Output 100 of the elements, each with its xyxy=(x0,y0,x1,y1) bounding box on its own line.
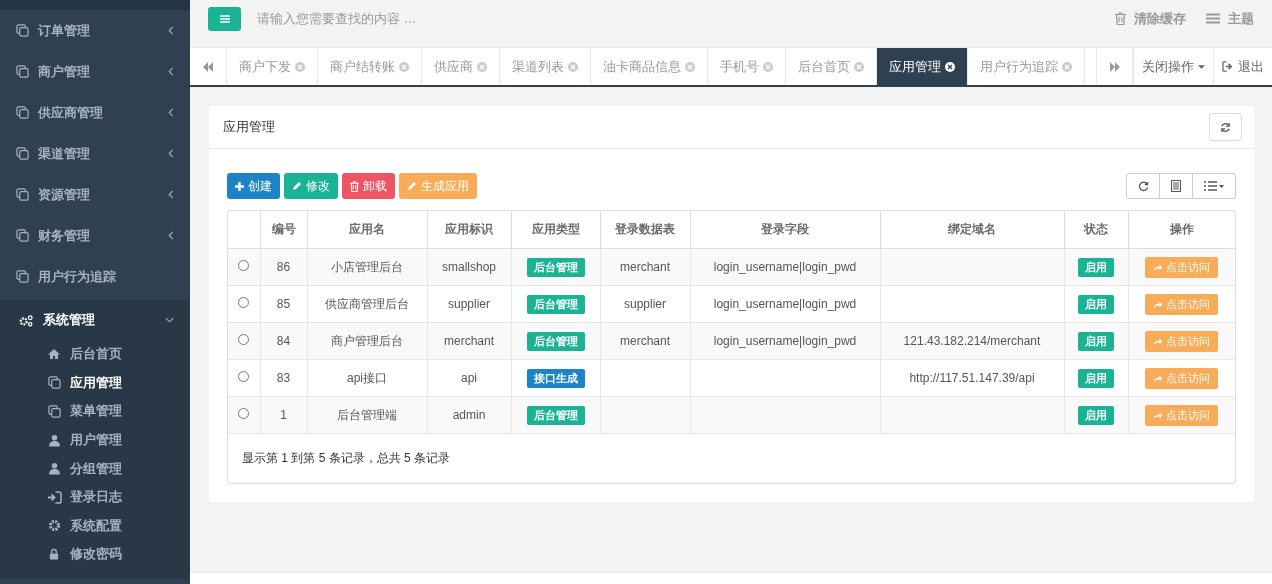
topbar-link[interactable]: 清除缓存 xyxy=(1115,9,1186,28)
radio-button[interactable] xyxy=(238,334,250,345)
copy-icon xyxy=(47,376,61,390)
table-cell: 86 xyxy=(276,260,291,274)
sidebar-subitem[interactable]: 菜单管理 xyxy=(0,397,190,426)
refresh-icon xyxy=(1137,180,1149,192)
copy-icon xyxy=(16,188,29,201)
tab[interactable]: 应用管理 xyxy=(877,48,968,85)
sidebar-item[interactable]: 供应商管理 xyxy=(0,92,190,133)
table-cell: http://117.51.147.39/api xyxy=(909,371,1035,385)
sign-in-icon xyxy=(46,490,62,504)
table-cell: api xyxy=(461,371,477,385)
toolbar-button[interactable]: 卸载 xyxy=(342,173,395,199)
lock-icon xyxy=(49,548,59,561)
table-cell: login_username|login_pwd xyxy=(713,334,857,348)
table-cell: login_username|login_pwd xyxy=(713,297,857,311)
table-cell: supplier xyxy=(624,297,666,311)
scroll-right-button[interactable] xyxy=(1096,48,1133,85)
list-icon xyxy=(1206,13,1220,24)
column-header: 应用标识 xyxy=(445,222,493,236)
sidebar-item[interactable]: 订单管理 xyxy=(0,10,190,51)
column-header: 操作 xyxy=(1169,222,1194,236)
sidebar-subitem[interactable]: 应用管理 xyxy=(0,368,190,398)
table-cell: 84 xyxy=(276,334,291,348)
chevron-left-icon xyxy=(168,149,174,158)
type-tag: 后台管理 xyxy=(526,331,585,351)
table-cell: admin xyxy=(452,408,486,422)
sidebar-item[interactable]: 资源管理 xyxy=(0,174,190,215)
share-icon xyxy=(1153,299,1164,309)
topbar-link[interactable]: 主题 xyxy=(1206,9,1254,28)
table-cell: 121.43.182.214/merchant xyxy=(903,334,1041,348)
tab[interactable]: 供应商 xyxy=(422,48,500,85)
copy-icon xyxy=(16,147,29,160)
radio-button[interactable] xyxy=(238,260,250,271)
sidebar-subitem[interactable]: 登录日志 xyxy=(0,482,190,512)
status-tag: 启用 xyxy=(1078,405,1114,425)
table-cell: merchant xyxy=(620,260,670,274)
chevron-left-icon xyxy=(168,26,174,35)
forward-icon xyxy=(1108,61,1121,72)
tab[interactable]: 商户结转账 xyxy=(318,48,422,85)
status-tag: 启用 xyxy=(1078,368,1114,388)
sidebar-subitem[interactable]: 分组管理 xyxy=(0,454,190,483)
type-tag: 后台管理 xyxy=(526,257,585,277)
document-icon xyxy=(1171,180,1181,192)
toolbar-button[interactable]: 修改 xyxy=(284,173,338,199)
radio-button[interactable] xyxy=(238,408,250,419)
table-cell: supplier xyxy=(448,297,490,311)
tab[interactable]: 商户下发 xyxy=(227,48,318,85)
column-header: 登录数据表 xyxy=(615,222,675,236)
sidebar-subitem[interactable]: 用户管理 xyxy=(0,425,190,455)
sidebar-item[interactable]: 用户行为追踪 xyxy=(0,256,190,297)
caret-icon xyxy=(1198,64,1205,69)
sidebar-subitem[interactable]: 后台首页 xyxy=(0,340,190,369)
table-cell: 83 xyxy=(276,371,291,385)
table-cell: login_username|login_pwd xyxy=(713,260,857,274)
tab[interactable]: 渠道列表 xyxy=(500,48,591,85)
plus-icon xyxy=(235,181,244,191)
tab[interactable]: 手机号 xyxy=(708,48,786,85)
trash-icon xyxy=(350,180,359,192)
sign-out-icon xyxy=(1222,61,1234,72)
columns-button[interactable] xyxy=(1192,173,1236,199)
toggle-view-button[interactable] xyxy=(1159,173,1193,199)
sidebar-subitem[interactable]: 修改密码 xyxy=(0,540,190,569)
radio-button[interactable] xyxy=(238,371,250,382)
chevron-left-icon xyxy=(168,231,174,240)
pagination-info: 显示第 1 到第 5 条记录，总共 5 条记录 xyxy=(242,450,451,467)
table-cell: 85 xyxy=(276,297,291,311)
copy-icon xyxy=(16,229,29,242)
refresh-button[interactable] xyxy=(1126,173,1160,199)
column-header: 应用名 xyxy=(349,222,385,236)
close-icon[interactable] xyxy=(945,61,955,72)
list-icon xyxy=(1204,181,1224,191)
radio-button[interactable] xyxy=(238,297,250,308)
refresh-icon xyxy=(1220,121,1231,133)
column-header: 状态 xyxy=(1084,222,1108,236)
sidebar-item[interactable]: 系统管理 xyxy=(0,300,190,340)
tab[interactable]: 油卡商品信息 xyxy=(591,48,708,85)
table-cell: api接口 xyxy=(347,370,387,385)
menu-button[interactable] xyxy=(208,6,241,31)
gear-icon xyxy=(47,519,61,533)
copy-icon xyxy=(16,106,29,119)
column-header: 绑定域名 xyxy=(948,222,996,236)
sidebar-item[interactable]: 商户管理 xyxy=(0,51,190,92)
table-cell: smallshop xyxy=(442,260,496,274)
sidebar-item[interactable]: 渠道管理 xyxy=(0,133,190,174)
user-icon xyxy=(48,462,60,476)
gears-icon xyxy=(19,313,34,327)
pencil-icon xyxy=(292,181,302,191)
tab[interactable]: 用户行为追踪 xyxy=(968,48,1085,85)
column-header: 编号 xyxy=(271,222,296,236)
refresh-button[interactable] xyxy=(1209,113,1242,141)
type-tag: 后台管理 xyxy=(526,294,585,314)
copy-icon xyxy=(47,405,61,418)
sidebar-item[interactable]: 财务管理 xyxy=(0,215,190,256)
search-field[interactable]: 请输入您需要查找的内容 … xyxy=(255,10,659,27)
table-cell: merchant xyxy=(620,334,670,348)
sidebar-subitem[interactable]: 系统配置 xyxy=(0,511,190,541)
chevron-down-icon xyxy=(165,317,174,323)
toolbar-button[interactable]: 创建 xyxy=(227,173,280,199)
chevron-left-icon xyxy=(168,190,174,199)
